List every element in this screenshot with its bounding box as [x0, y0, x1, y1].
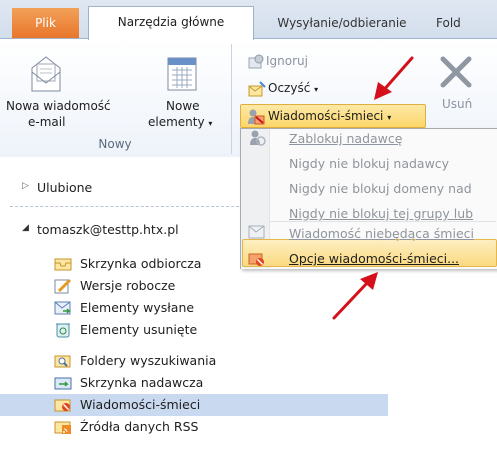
new-email-label-2: e-mail	[28, 115, 66, 129]
folder-rss[interactable]: Źródła danych RSS	[0, 416, 388, 438]
group-new-label: Nowy	[98, 137, 132, 151]
delete-label: Usuń	[442, 97, 473, 111]
rss-icon	[54, 421, 71, 434]
inbox-icon	[54, 258, 72, 271]
deleted-items-icon	[56, 323, 70, 338]
account-label: tomaszk@testtp.htx.pl	[37, 222, 179, 237]
menu-junk-options[interactable]: Opcje wiadomości-śmieci...	[289, 251, 459, 266]
folder-outbox[interactable]: Skrzynka nadawcza	[0, 372, 388, 394]
new-items-button[interactable]: Nowe elementy ▾	[148, 46, 224, 138]
folder-search[interactable]: Foldery wyszukiwania	[0, 350, 388, 372]
collapse-arrow-icon: ◢	[22, 223, 29, 233]
drafts-icon	[54, 278, 72, 294]
tab-file[interactable]: Plik	[12, 8, 79, 38]
ignore-icon	[248, 54, 264, 69]
junk-label: Wiadomości-śmieci ▾	[268, 109, 392, 123]
menu-block-sender[interactable]: Zablokuj nadawcę	[289, 131, 402, 146]
junk-options-icon	[248, 253, 264, 266]
junk-icon	[248, 109, 265, 125]
folder-junk[interactable]: Wiadomości-śmieci	[0, 394, 388, 416]
tab-home[interactable]: Narzędzia główne	[88, 6, 254, 40]
menu-never-block-domain[interactable]: Nigdy nie blokuj domeny nad	[289, 181, 472, 196]
ribbon-group-separator	[231, 44, 232, 154]
junk-folder-icon	[54, 399, 71, 412]
tab-folder[interactable]: Fold	[436, 8, 497, 38]
annotation-arrow-bottom	[332, 272, 378, 320]
new-items-icon	[167, 57, 197, 91]
favorites-node[interactable]: ▷ Ulubione	[22, 180, 222, 198]
not-junk-icon	[248, 225, 265, 239]
new-email-icon	[31, 56, 61, 92]
clean-up-label: Oczyść ▾	[268, 81, 319, 95]
search-folders-icon	[54, 355, 71, 368]
outbox-icon	[54, 377, 72, 390]
clean-up-icon	[248, 81, 266, 97]
favorites-label: Ulubione	[37, 180, 93, 195]
menu-not-junk[interactable]: Wiadomość niebędąca śmieci	[289, 226, 474, 241]
tab-send-receive[interactable]: Wysyłanie/odbieranie	[257, 8, 427, 38]
new-email-button[interactable]: Nowa wiadomość e-mail	[0, 46, 111, 138]
new-items-label-2: elementy ▾	[148, 115, 213, 129]
delete-button[interactable]: Usuń	[430, 46, 490, 126]
menu-never-block-group[interactable]: Nigdy nie blokuj tej grupy lub	[289, 206, 473, 221]
ignore-label: Ignoruj	[266, 54, 308, 68]
menu-separator	[269, 221, 496, 222]
junk-button[interactable]: Wiadomości-śmieci ▾	[240, 104, 426, 128]
ignore-button[interactable]: Ignoruj	[240, 53, 330, 71]
new-email-label-1: Nowa wiadomość	[6, 99, 111, 113]
new-items-label-1: Nowe	[166, 99, 200, 113]
annotation-arrow-top	[374, 56, 414, 100]
menu-never-block-sender[interactable]: Nigdy nie blokuj nadawcy	[289, 156, 449, 171]
sent-items-icon	[54, 301, 71, 315]
expand-arrow-icon: ▷	[22, 181, 29, 191]
block-sender-icon	[250, 130, 266, 146]
delete-icon	[440, 56, 472, 88]
clean-up-button[interactable]: Oczyść ▾	[240, 80, 340, 98]
